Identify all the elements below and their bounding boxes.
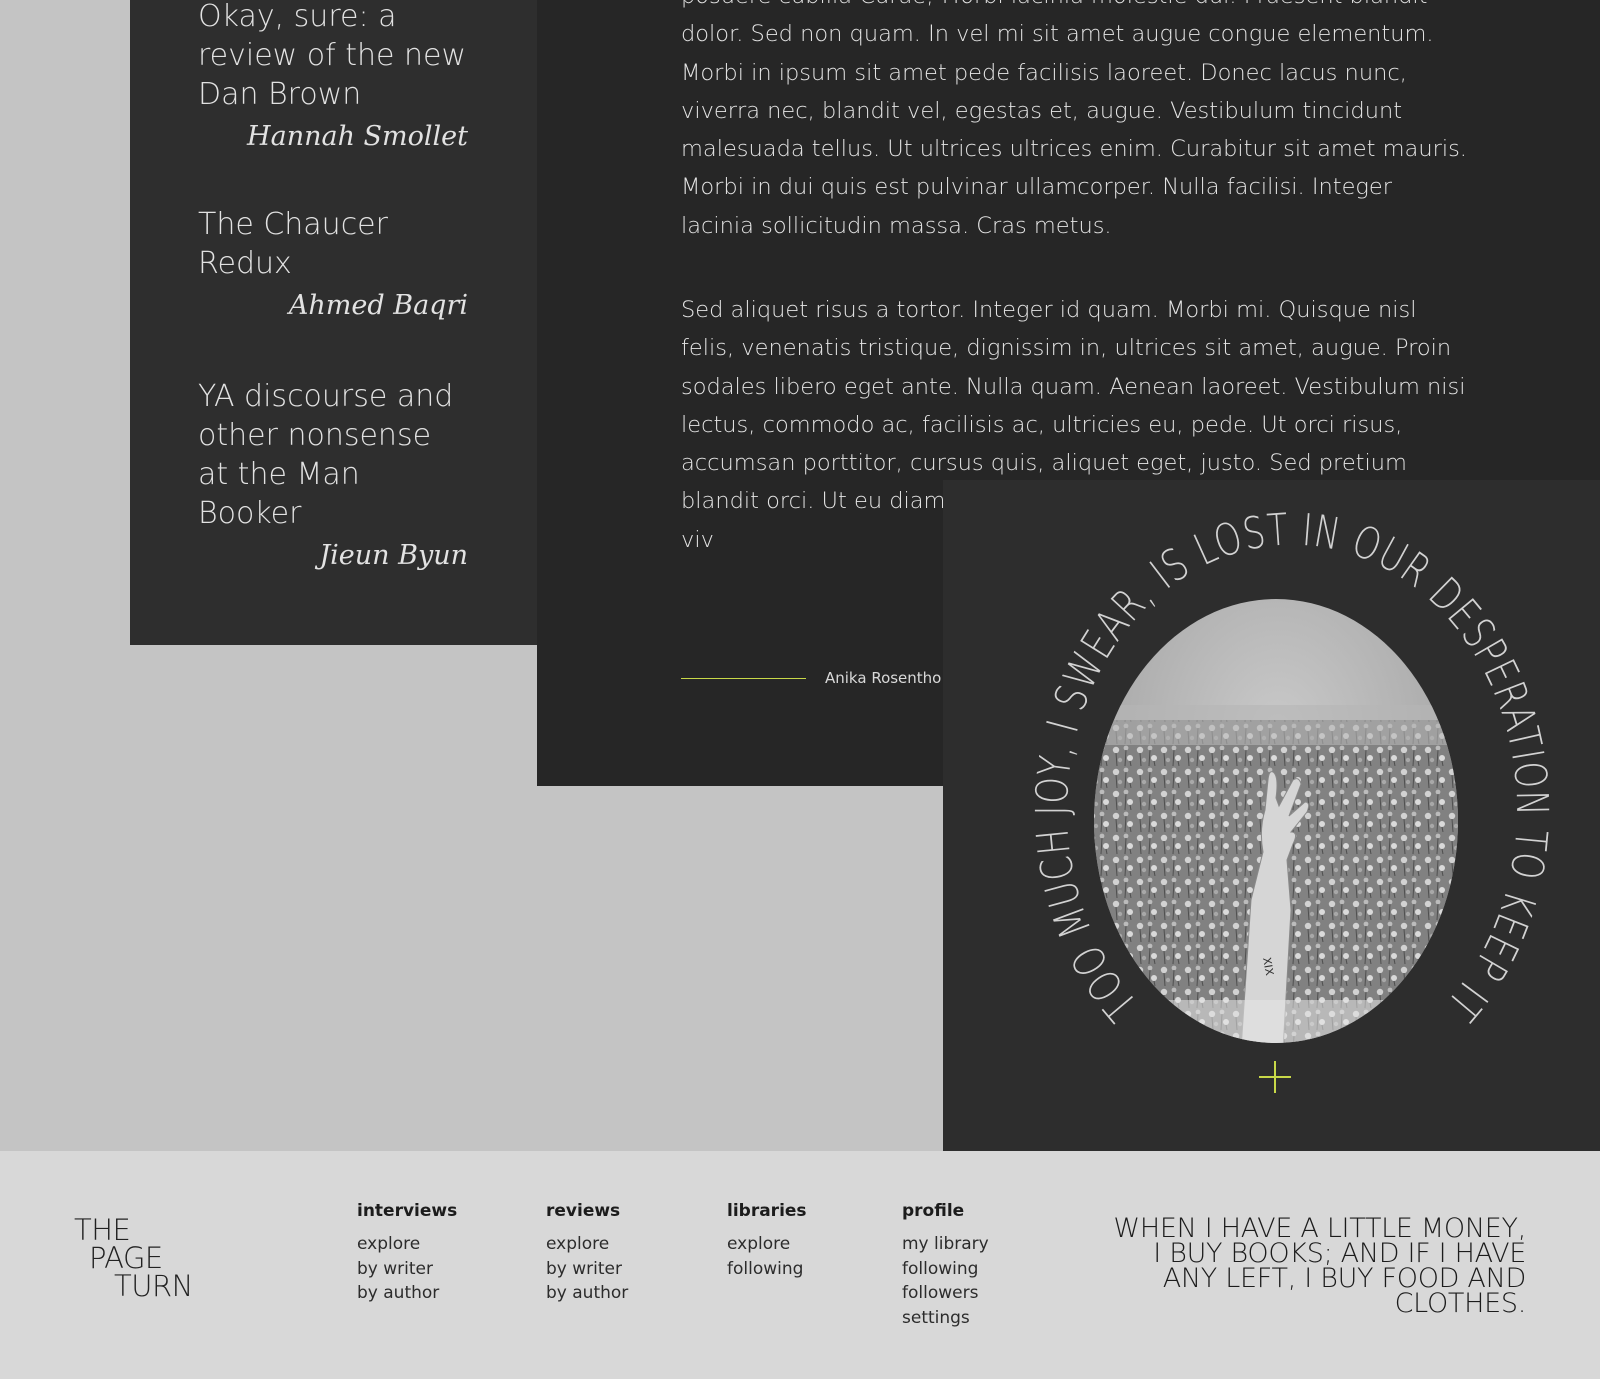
related-article-author: Hannah Smollet bbox=[247, 121, 468, 152]
photo-oval: XIX bbox=[1094, 599, 1458, 1043]
related-article-1[interactable]: Okay, sure: a review of the new Dan Brow… bbox=[198, 0, 468, 154]
footer-quote: WHEN I HAVE A LITTLE MONEY, I BUY BOOKS;… bbox=[1113, 1213, 1526, 1319]
logo-line: TURN bbox=[114, 1269, 193, 1303]
footer-link-explore[interactable]: explore bbox=[357, 1232, 457, 1257]
footer-link-explore[interactable]: explore bbox=[727, 1232, 807, 1257]
related-article-author: Ahmed Baqri bbox=[288, 290, 468, 321]
footer-link-explore[interactable]: explore bbox=[546, 1232, 628, 1257]
logo-line: THE bbox=[74, 1213, 131, 1247]
footer-link-following[interactable]: following bbox=[727, 1257, 807, 1282]
related-article-title[interactable]: The Chaucer Redux bbox=[198, 205, 468, 283]
footer-link-by-writer[interactable]: by writer bbox=[546, 1257, 628, 1282]
plus-icon[interactable] bbox=[1259, 1061, 1291, 1093]
byline-divider bbox=[681, 678, 806, 679]
quote-card: XIX TOO MUCH JOY, I SWEAR, IS LOST IN OU… bbox=[943, 480, 1600, 1151]
related-article-2[interactable]: The Chaucer Redux Ahmed Baqri bbox=[198, 205, 468, 323]
related-article-title[interactable]: Okay, sure: a review of the new Dan Brow… bbox=[198, 0, 468, 114]
footer-link-followers[interactable]: followers bbox=[902, 1281, 989, 1306]
site-footer: THE PAGE TURN interviews explore by writ… bbox=[0, 1151, 1600, 1379]
footer-heading: profile bbox=[902, 1201, 965, 1221]
footer-heading: reviews bbox=[546, 1201, 621, 1221]
footer-column-reviews: reviews explore by writer by author bbox=[546, 1199, 628, 1306]
footer-link-by-writer[interactable]: by writer bbox=[357, 1257, 457, 1282]
related-article-title[interactable]: YA discourse and other nonsense at the M… bbox=[198, 377, 468, 533]
quote-card-graphic: XIX TOO MUCH JOY, I SWEAR, IS LOST IN OU… bbox=[1027, 504, 1556, 1093]
article-byline[interactable]: Anika Rosentho bbox=[825, 668, 941, 688]
footer-column-profile: profile my library following followers s… bbox=[902, 1199, 989, 1330]
footer-link-my-library[interactable]: my library bbox=[902, 1232, 989, 1257]
site-logo[interactable]: THE PAGE TURN bbox=[74, 1213, 193, 1303]
footer-column-libraries: libraries explore following bbox=[727, 1199, 807, 1281]
footer-column-interviews: interviews explore by writer by author bbox=[357, 1199, 457, 1306]
logo-line: PAGE bbox=[89, 1241, 163, 1275]
related-article-author: Jieun Byun bbox=[319, 540, 468, 571]
footer-link-following[interactable]: following bbox=[902, 1257, 989, 1282]
article-paragraph: posuere cubilia Curae; Morbi lacinia mol… bbox=[681, 0, 1467, 239]
footer-link-settings[interactable]: settings bbox=[902, 1306, 989, 1331]
footer-link-by-author[interactable]: by author bbox=[357, 1281, 457, 1306]
related-article-3[interactable]: YA discourse and other nonsense at the M… bbox=[198, 377, 468, 573]
footer-heading: interviews bbox=[357, 1201, 458, 1221]
related-articles-sidebar: Okay, sure: a review of the new Dan Brow… bbox=[130, 0, 538, 645]
footer-link-by-author[interactable]: by author bbox=[546, 1281, 628, 1306]
footer-heading: libraries bbox=[727, 1201, 807, 1221]
